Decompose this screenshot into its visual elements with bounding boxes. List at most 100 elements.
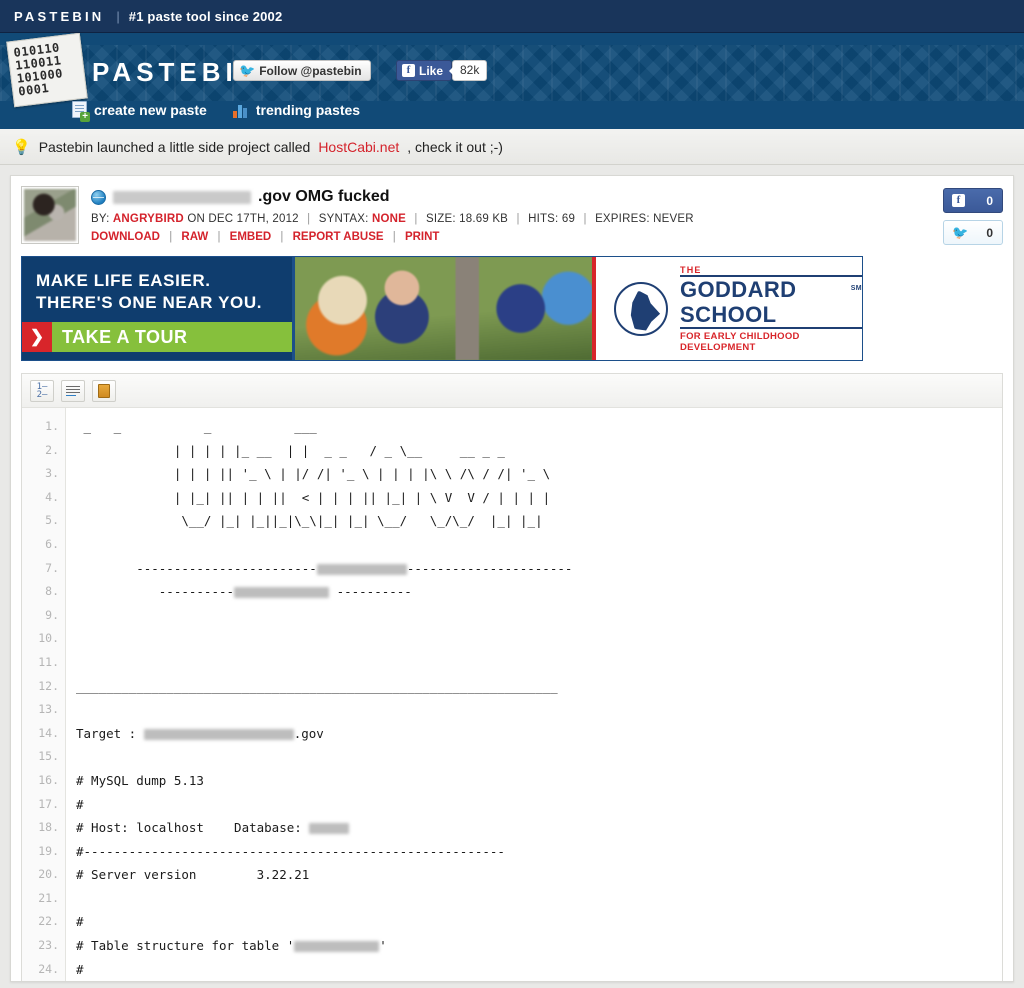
line-number: 22.: [38, 914, 59, 929]
code-line: | |_| || | | || < | | | || |_| | \ V V /…: [76, 489, 551, 505]
top-bar: PASTEBIN | #1 paste tool since 2002: [0, 0, 1024, 33]
line-number: 23.: [38, 938, 59, 953]
line-number: 9.: [45, 607, 59, 622]
line-number: 4.: [45, 489, 59, 504]
numbered-list-icon: 1— 2—: [36, 381, 48, 400]
action-divider-4: |: [392, 231, 396, 243]
lightbulb-icon: 💡: [12, 138, 31, 156]
line-number: 1.: [45, 419, 59, 433]
code-line: | | | | |_ __ | | _ _ / _ \__ __ _ _: [76, 442, 505, 458]
code-line: # MySQL dump 5.13: [76, 772, 204, 788]
avatar-image: [24, 189, 76, 241]
action-divider-3: |: [280, 231, 284, 243]
print-link[interactable]: PRINT: [405, 231, 440, 243]
raw-link[interactable]: RAW: [181, 231, 208, 243]
code-line: # Table structure for table ' ': [76, 938, 387, 954]
announcement-text-after: , check it out ;-): [407, 138, 503, 155]
meta-divider-4: |: [583, 213, 587, 225]
hits-value: 69: [561, 213, 576, 225]
line-number: 21.: [38, 890, 59, 905]
twitter-follow-button[interactable]: 🐦 Follow @pastebin: [233, 60, 371, 81]
ad-photo-image: [295, 257, 592, 360]
paste-date: ON DEC 17TH, 2012: [187, 213, 299, 225]
redacted-text: [143, 728, 294, 740]
announcement-bar: 💡 Pastebin launched a little side projec…: [0, 129, 1024, 165]
code-line: Target : .gov: [76, 725, 324, 741]
paste-header: .gov OMG fucked BY: ANGRYBIRD ON DEC 17T…: [21, 186, 1003, 245]
redacted-text: [309, 823, 350, 835]
author-label: BY:: [91, 213, 110, 225]
pastebin-logo-tile[interactable]: 010110 110011 101000 0001: [6, 33, 88, 108]
social-share-buttons: f 0 🐦 0: [943, 188, 1003, 245]
paste-panel: .gov OMG fucked BY: ANGRYBIRD ON DEC 17T…: [10, 175, 1014, 983]
redacted-text: [234, 587, 330, 599]
code-line: #---------------------------------------…: [76, 843, 505, 859]
size-label: SIZE:: [425, 213, 456, 225]
author-name[interactable]: ANGRYBIRD: [113, 213, 184, 225]
ad-cta-label: TAKE A TOUR: [62, 326, 188, 347]
line-number: 6.: [45, 536, 59, 551]
embed-link[interactable]: EMBED: [230, 231, 272, 243]
report-abuse-link[interactable]: REPORT ABUSE: [293, 231, 384, 243]
code-area: 1. 2. 3. 4. 5. 6. 7. 8. 9. 10. 11. 12. 13. 14. 15. 16. 1…: [22, 408, 1002, 982]
twitter-bird-icon: 🐦: [239, 62, 256, 78]
code-line: #: [76, 796, 84, 812]
ad-brand-name-text: GODDARD SCHOOL: [680, 276, 797, 327]
advertisement-banner[interactable]: MAKE LIFE EASIER. THERE'S ONE NEAR YOU. …: [21, 256, 863, 361]
line-number: 2.: [45, 442, 59, 457]
code-line: _ _ _ ___: [76, 419, 317, 434]
ad-brand-name: GODDARD SCHOOL SM: [680, 274, 862, 329]
ad-headline-line1: MAKE LIFE EASIER.: [36, 271, 211, 290]
expires-value: NEVER: [653, 213, 694, 225]
line-number: 3.: [45, 466, 59, 481]
code-line: ------------------------ ----------------…: [76, 560, 573, 576]
line-number-gutter: 1. 2. 3. 4. 5. 6. 7. 8. 9. 10. 11. 12. 13. 14. 15. 16. 1…: [22, 408, 66, 982]
announcement-text-before: Pastebin launched a little side project …: [38, 138, 311, 155]
twitter-share-button[interactable]: 🐦 0: [943, 220, 1003, 245]
toggle-line-numbers-button[interactable]: 1— 2—: [30, 379, 54, 402]
ad-brand-panel: THE GODDARD SCHOOL SM FOR EARLY CHILDHOO…: [592, 257, 862, 360]
hostcabi-link[interactable]: HostCabi.net: [318, 139, 399, 155]
line-number: 15.: [38, 749, 59, 764]
syntax-value[interactable]: NONE: [372, 213, 406, 225]
facebook-share-button[interactable]: f 0: [943, 188, 1003, 213]
paste-meta-line: BY: ANGRYBIRD ON DEC 17TH, 2012 | SYNTAX…: [91, 213, 694, 225]
action-divider-1: |: [169, 231, 173, 243]
action-divider-2: |: [217, 231, 221, 243]
line-number: 5.: [45, 513, 59, 528]
ad-headline: MAKE LIFE EASIER. THERE'S ONE NEAR YOU.: [22, 257, 292, 314]
facebook-f-icon: f: [402, 64, 415, 77]
paste-content-box: 1— 2— 1. 2. 3. 4. 5. 6. 7. 8. 9. 10. 11. 12. 13. 14. 15…: [21, 373, 1003, 982]
text-wrap-icon: [66, 385, 80, 397]
new-paste-icon: [72, 101, 90, 122]
code-line: #: [76, 961, 84, 977]
code-line: \__/ |_| |_||_|\_\|_| |_| \__/ \_/\_/ |_…: [76, 513, 543, 529]
nav-create-new-paste[interactable]: create new paste: [72, 101, 207, 122]
meta-divider-1: |: [307, 213, 311, 225]
twitter-share-count: 0: [986, 225, 993, 240]
facebook-like-button[interactable]: f Like: [396, 60, 453, 81]
twitter-follow-label: Follow @pastebin: [259, 63, 362, 78]
twitter-bird-icon-share: 🐦: [952, 224, 969, 240]
toggle-word-wrap-button[interactable]: [61, 379, 85, 402]
download-link[interactable]: DOWNLOAD: [91, 231, 160, 243]
code-toolbar: 1— 2—: [22, 374, 1002, 408]
line-number: 12.: [38, 678, 59, 693]
code-content[interactable]: _ _ _ ___ | | | | |_ __ | | _ _ / _ \__ …: [66, 408, 1002, 981]
paste-title-redacted: [113, 190, 251, 204]
line-number: 13.: [38, 702, 59, 717]
copy-to-clipboard-button[interactable]: [92, 379, 116, 402]
ad-cta-button[interactable]: ❯ TAKE A TOUR: [22, 322, 292, 352]
line-number: 18.: [38, 820, 59, 835]
ad-brand-text: THE GODDARD SCHOOL SM FOR EARLY CHILDHOO…: [680, 265, 862, 353]
nav-trending-pastes[interactable]: trending pastes: [232, 101, 361, 118]
redacted-text: [316, 563, 407, 575]
nav-trending-pastes-label: trending pastes: [255, 101, 361, 118]
line-number: 17.: [38, 796, 59, 811]
top-bar-tagline: #1 paste tool since 2002: [128, 8, 283, 24]
line-number: 19.: [38, 843, 59, 858]
